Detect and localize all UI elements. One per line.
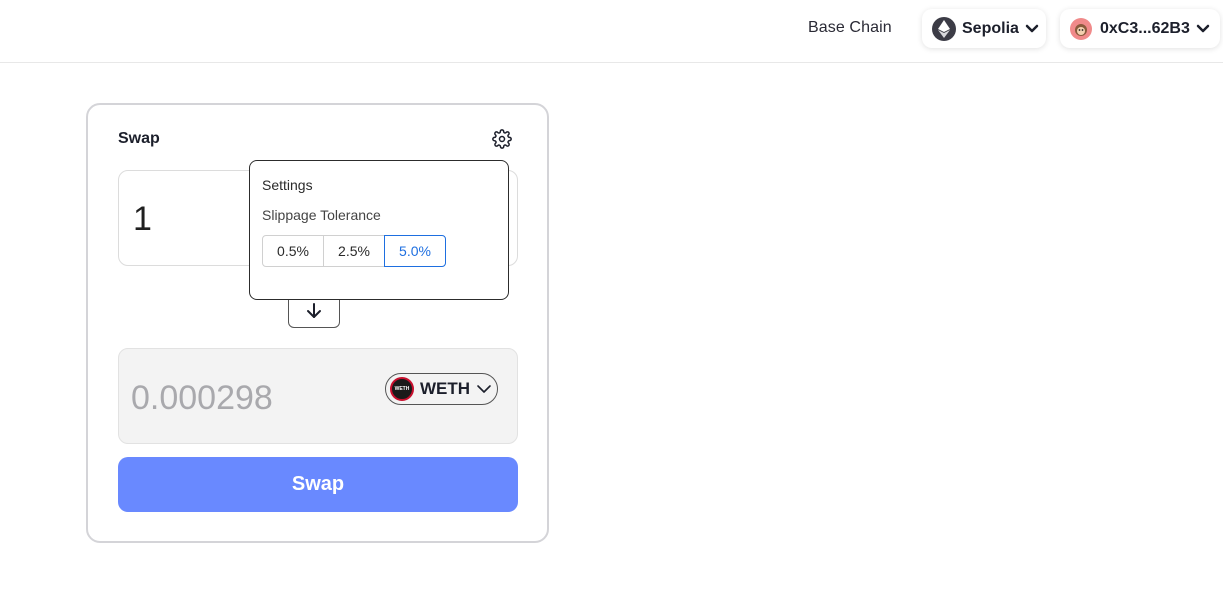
account-selector[interactable]: 0xC3...62B3 <box>1060 9 1220 48</box>
arrow-down-icon <box>307 303 321 318</box>
swap-button[interactable]: Swap <box>118 457 518 512</box>
avatar-icon <box>1070 17 1092 40</box>
chevron-down-icon <box>1025 24 1039 34</box>
chevron-down-icon <box>476 384 492 394</box>
network-selector[interactable]: Sepolia <box>922 9 1046 48</box>
swap-title: Swap <box>118 130 160 147</box>
weth-icon-text: WETH <box>394 386 410 392</box>
slippage-option-0-5[interactable]: 0.5% <box>262 235 324 267</box>
account-address: 0xC3...62B3 <box>1100 19 1190 37</box>
weth-token-icon: WETH <box>390 377 414 401</box>
output-amount: 0.000298 <box>131 379 273 417</box>
gear-icon[interactable] <box>492 129 512 149</box>
slippage-label: Slippage Tolerance <box>262 207 381 223</box>
slippage-option-2-5[interactable]: 2.5% <box>323 235 385 267</box>
token-label: WETH <box>420 379 471 398</box>
top-bar: Base Chain Sepolia 0xC3...62B3 <box>0 0 1223 63</box>
base-chain-link[interactable]: Base Chain <box>808 19 892 37</box>
ethereum-icon <box>932 16 956 41</box>
token-selector[interactable]: WETH WETH <box>385 373 498 405</box>
chevron-down-icon <box>1196 24 1210 34</box>
slippage-option-5-0[interactable]: 5.0% <box>384 235 446 267</box>
settings-popover: Settings Slippage Tolerance 0.5% 2.5% 5.… <box>249 160 509 300</box>
network-label: Sepolia <box>962 19 1019 37</box>
settings-title: Settings <box>262 177 313 193</box>
output-amount-field: 0.000298 WETH WETH <box>118 348 518 444</box>
slippage-options: 0.5% 2.5% 5.0% <box>262 235 446 267</box>
